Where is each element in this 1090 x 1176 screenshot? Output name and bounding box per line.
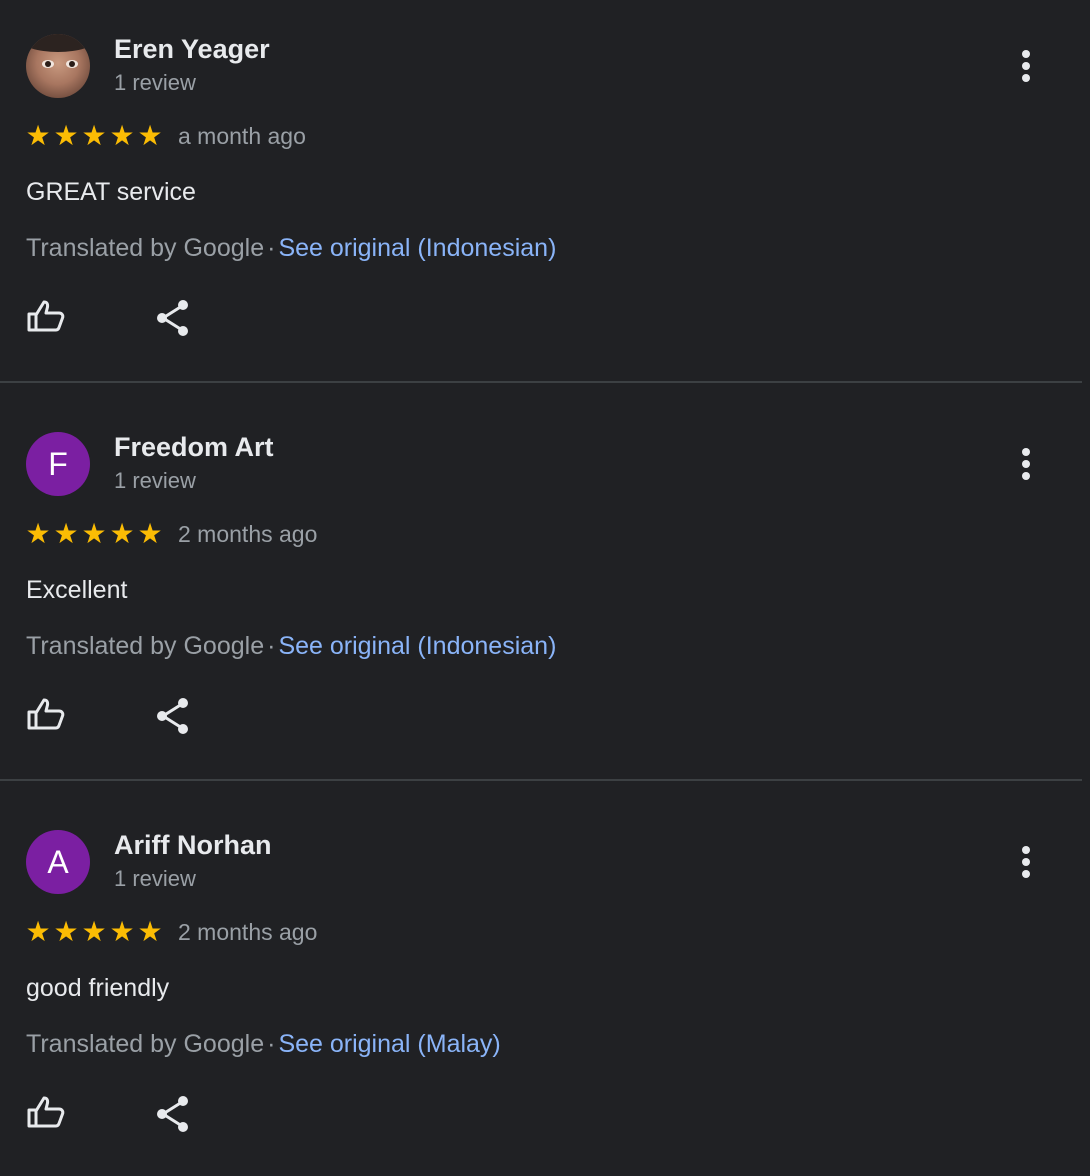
separator: · xyxy=(267,234,276,262)
more-vert-icon[interactable] xyxy=(1004,44,1048,88)
star-icon: ★ xyxy=(137,518,163,549)
avatar[interactable]: F xyxy=(26,432,90,496)
star-icon: ★ xyxy=(25,518,51,549)
star-icon: ★ xyxy=(53,916,79,947)
review-count[interactable]: 1 review xyxy=(114,468,196,494)
avatar[interactable] xyxy=(26,34,90,98)
star-icon: ★ xyxy=(81,916,107,947)
see-original-link[interactable]: See original (Malay) xyxy=(278,1030,500,1058)
separator: · xyxy=(267,1030,276,1058)
more-vert-icon[interactable] xyxy=(1004,840,1048,884)
star-icon: ★ xyxy=(109,120,135,151)
star-icon: ★ xyxy=(137,916,163,947)
more-vert-icon[interactable] xyxy=(1004,442,1048,486)
star-icon: ★ xyxy=(137,120,163,151)
translation-note: Translated by Google · See original (Indon… xyxy=(26,632,556,661)
star-icon: ★ xyxy=(53,518,79,549)
review-date: 2 months ago xyxy=(178,521,318,547)
thumb-up-icon[interactable] xyxy=(24,296,68,340)
star-rating: ★ ★ ★ ★ ★ xyxy=(24,118,164,154)
avatar[interactable]: A xyxy=(26,830,90,894)
share-icon[interactable] xyxy=(152,1092,196,1136)
thumb-up-icon[interactable] xyxy=(24,1092,68,1136)
separator: · xyxy=(267,632,276,660)
reviewer-name[interactable]: Eren Yeager xyxy=(114,34,270,65)
divider xyxy=(0,381,1082,383)
star-icon: ★ xyxy=(109,518,135,549)
divider xyxy=(0,779,1082,781)
review-count[interactable]: 1 review xyxy=(114,70,196,96)
review-count[interactable]: 1 review xyxy=(114,866,196,892)
review-date: a month ago xyxy=(178,123,306,149)
star-rating: ★ ★ ★ ★ ★ xyxy=(24,516,164,552)
see-original-link[interactable]: See original (Indonesian) xyxy=(278,234,556,262)
reviewer-name[interactable]: Ariff Norhan xyxy=(114,830,272,861)
review-text: GREAT service xyxy=(26,178,196,206)
review-text: good friendly xyxy=(26,974,170,1002)
star-icon: ★ xyxy=(81,120,107,151)
review-text: Excellent xyxy=(26,576,128,604)
star-icon: ★ xyxy=(109,916,135,947)
translated-label: Translated by Google xyxy=(26,1030,265,1058)
star-icon: ★ xyxy=(25,916,51,947)
star-icon: ★ xyxy=(81,518,107,549)
star-rating: ★ ★ ★ ★ ★ xyxy=(24,914,164,950)
reviews-list: Eren Yeager 1 review ★ ★ ★ ★ ★ a month a… xyxy=(0,0,1090,1176)
translation-note: Translated by Google · See original (Malay… xyxy=(26,1030,501,1059)
star-icon: ★ xyxy=(25,120,51,151)
translated-label: Translated by Google xyxy=(26,632,265,660)
review-date: 2 months ago xyxy=(178,919,318,945)
thumb-up-icon[interactable] xyxy=(24,694,68,738)
reviewer-name[interactable]: Freedom Art xyxy=(114,432,274,463)
share-icon[interactable] xyxy=(152,296,196,340)
translation-note: Translated by Google · See original (Indon… xyxy=(26,234,556,263)
see-original-link[interactable]: See original (Indonesian) xyxy=(278,632,556,660)
translated-label: Translated by Google xyxy=(26,234,265,262)
share-icon[interactable] xyxy=(152,694,196,738)
star-icon: ★ xyxy=(53,120,79,151)
